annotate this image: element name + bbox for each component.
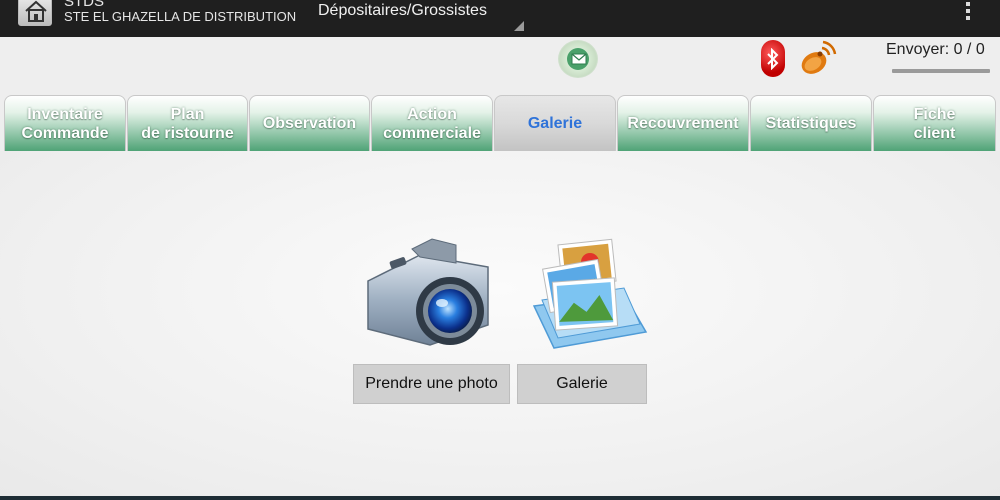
tab-galerie[interactable]: Galerie [494, 95, 616, 151]
tab-sublabel: Commande [21, 124, 109, 142]
tab-statistiques[interactable]: Statistiques [750, 95, 872, 151]
camera-icon[interactable] [360, 233, 500, 353]
tab-label: Action [407, 105, 457, 123]
tab-label: Recouvrement [627, 115, 739, 132]
tab-observation[interactable]: Observation [249, 95, 370, 151]
tab-sublabel: commerciale [383, 124, 481, 142]
mail-icon[interactable] [558, 40, 598, 78]
tab-label: Statistiques [765, 115, 857, 132]
tab-fiche-client[interactable]: Fiche client [873, 95, 996, 151]
send-counter: Envoyer: 0 / 0 [886, 41, 985, 58]
action-bar: STDS STE EL GHAZELLA DE DISTRIBUTION Dép… [0, 0, 1000, 37]
send-progress-bar [892, 69, 990, 73]
gps-satellite-icon[interactable] [797, 38, 837, 78]
gallery-button[interactable]: Galerie [517, 364, 647, 404]
home-button[interactable] [18, 0, 52, 26]
spinner-value: Dépositaires/Grossistes [318, 2, 487, 19]
tab-bar: Inventaire Commande Plan de ristourne Ob… [0, 95, 1000, 151]
client-type-spinner[interactable]: Dépositaires/Grossistes [308, 0, 524, 33]
tab-label: Inventaire [27, 105, 103, 123]
home-icon [25, 0, 47, 22]
tab-recouvrement[interactable]: Recouvrement [617, 95, 749, 151]
tab-sublabel: client [913, 124, 956, 142]
gallery-icon[interactable] [524, 236, 649, 356]
company-name: STE EL GHAZELLA DE DISTRIBUTION [64, 9, 297, 24]
tab-plan-de-ristourne[interactable]: Plan de ristourne [127, 95, 248, 151]
tab-label: Plan [170, 105, 205, 123]
bluetooth-icon[interactable] [761, 40, 785, 77]
gallery-panel [0, 151, 1000, 496]
tab-label: Fiche [913, 105, 956, 123]
overflow-menu-icon[interactable] [962, 2, 974, 24]
tab-inventaire-commande[interactable]: Inventaire Commande [4, 95, 126, 151]
tab-sublabel: de ristourne [141, 124, 234, 142]
take-photo-button[interactable]: Prendre une photo [353, 364, 510, 404]
bottom-strip [0, 496, 1000, 500]
spinner-arrow-icon [514, 21, 524, 31]
tab-label: Observation [262, 115, 357, 132]
tab-label: Galerie [527, 115, 583, 132]
tab-action-commerciale[interactable]: Action commerciale [371, 95, 493, 151]
